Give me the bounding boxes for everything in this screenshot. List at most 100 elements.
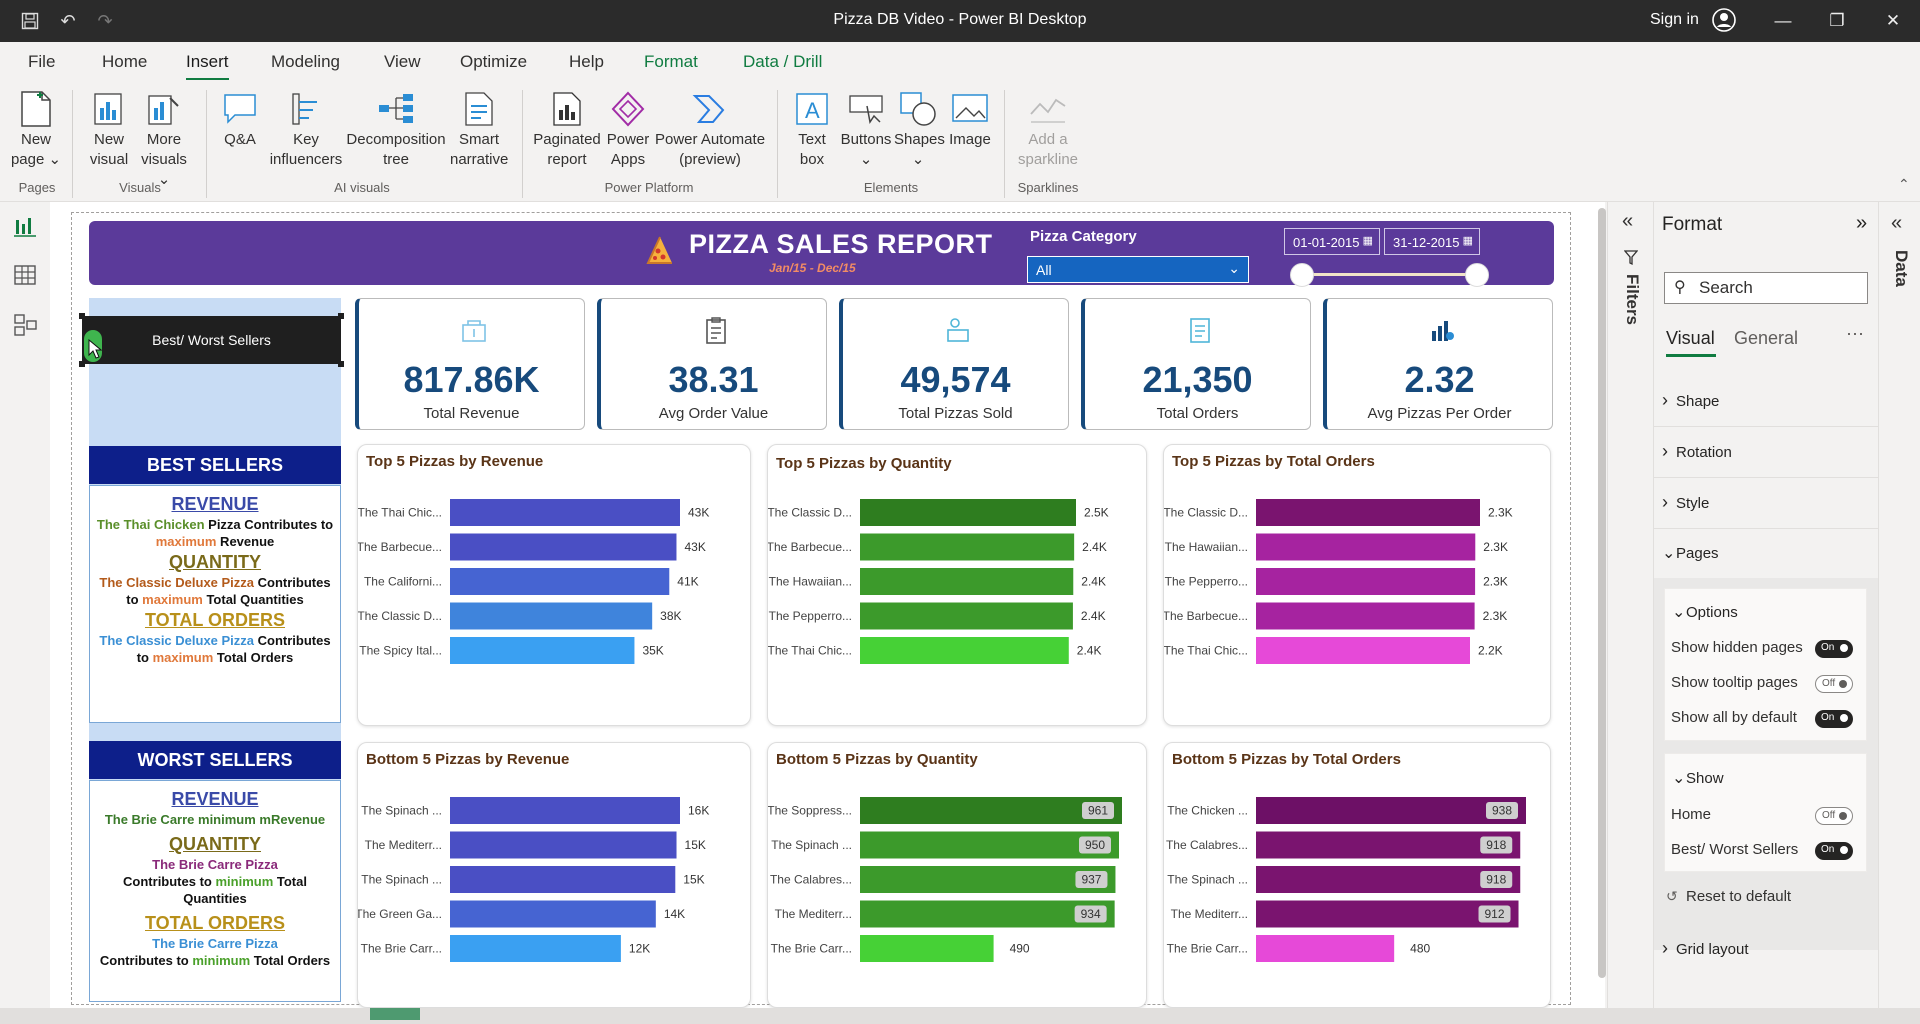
data-label[interactable]: Data (1891, 250, 1911, 287)
bar[interactable] (860, 637, 1069, 664)
text-box-button[interactable]: A Text box (788, 90, 836, 170)
chart-top-revenue[interactable]: Top 5 Pizzas by Revenue The Thai Chic...… (357, 444, 751, 726)
date-slider-end-handle[interactable] (1465, 263, 1489, 287)
bar[interactable] (450, 533, 677, 561)
tab-format[interactable]: Format (644, 52, 698, 72)
chart-top-quantity[interactable]: Top 5 Pizzas by Quantity The Classic D..… (767, 444, 1147, 726)
bar[interactable] (860, 568, 1074, 595)
add-sparkline-button[interactable]: Add a sparkline (1014, 90, 1082, 170)
section-pages[interactable]: Pages (1662, 543, 1719, 563)
expand-filters-icon[interactable]: « (1622, 210, 1633, 233)
tab-help[interactable]: Help (569, 52, 604, 72)
bar[interactable] (860, 499, 1076, 526)
bar[interactable] (450, 935, 621, 962)
kpi-card-total-orders[interactable]: 21,350 Total Orders (1081, 298, 1311, 430)
smart-narrative-button[interactable]: Smart narrative (450, 90, 508, 170)
tab-optimize[interactable]: Optimize (460, 52, 527, 72)
bar[interactable] (450, 637, 635, 664)
chart-bottom-quantity-plot: The Soppress... 961 The Spinach ... 950 The … (768, 797, 1122, 962)
kpi-card-total-pizzas-sold[interactable]: 49,574 Total Pizzas Sold (839, 298, 1069, 430)
section-grid-layout[interactable]: Grid layout (1662, 938, 1749, 959)
tab-data-drill[interactable]: Data / Drill (743, 52, 822, 72)
buttons-button[interactable]: Buttons ⌄ (838, 90, 894, 170)
bar[interactable] (1256, 637, 1470, 664)
bar[interactable] (450, 602, 653, 630)
collapse-ribbon-icon[interactable]: ⌃ (1898, 176, 1910, 193)
bar[interactable] (860, 935, 994, 962)
chart-top-orders[interactable]: Top 5 Pizzas by Total Orders The Classic… (1163, 444, 1551, 726)
show-heading[interactable]: Show (1672, 768, 1724, 788)
power-apps-button[interactable]: Power Apps (604, 90, 652, 170)
paginated-report-button[interactable]: Paginated report (530, 90, 604, 170)
bar[interactable] (1256, 533, 1476, 561)
more-visuals-button[interactable]: More visuals ⌄ (136, 90, 192, 190)
restore-icon[interactable]: ❐ (1822, 8, 1852, 34)
report-view-icon[interactable] (12, 214, 38, 240)
show-hidden-pages-toggle[interactable]: On (1815, 640, 1853, 658)
model-view-icon[interactable] (12, 312, 38, 338)
chart-bottom-revenue[interactable]: Bottom 5 Pizzas by Revenue The Spinach .… (357, 742, 751, 1008)
sign-in-link[interactable]: Sign in (1650, 11, 1699, 29)
bar[interactable] (450, 797, 680, 824)
kpi-card-total-revenue[interactable]: 817.86K Total Revenue (355, 298, 585, 430)
date-slider-start-handle[interactable] (1290, 263, 1314, 287)
tab-file[interactable]: File (28, 52, 55, 72)
page-best-worst-toggle[interactable]: On (1815, 842, 1853, 860)
bar[interactable] (450, 499, 680, 526)
best-worst-sellers-nav-button[interactable]: Best/ Worst Sellers (82, 316, 341, 364)
shapes-button[interactable]: Shapes ⌄ (894, 90, 945, 170)
tab-insert[interactable]: Insert (186, 52, 229, 81)
kpi-card-avg-pizzas-per-order[interactable]: 2.32 Avg Pizzas Per Order (1323, 298, 1553, 430)
bar[interactable] (1256, 568, 1476, 595)
tab-modeling[interactable]: Modeling (271, 52, 340, 72)
minimize-icon[interactable]: — (1768, 8, 1798, 34)
date-to-input[interactable]: 31-12-2015 ▦ (1384, 228, 1480, 255)
section-shape[interactable]: Shape (1662, 390, 1719, 411)
kpi-card-avg-order-value[interactable]: 38.31 Avg Order Value (597, 298, 827, 430)
decomposition-tree-button[interactable]: Decomposition tree (344, 90, 448, 170)
tab-visual[interactable]: Visual (1666, 328, 1715, 349)
more-options-icon[interactable]: ⋯ (1846, 324, 1864, 345)
sparkline-icon (1030, 98, 1066, 123)
chart-bottom-quantity[interactable]: Bottom 5 Pizzas by Quantity The Soppress… (767, 742, 1147, 1008)
bar[interactable] (450, 866, 676, 893)
section-rotation[interactable]: Rotation (1662, 441, 1732, 462)
page-tab-indicator[interactable] (370, 1008, 420, 1020)
reset-to-default-link[interactable]: Reset to default (1686, 888, 1791, 905)
bar[interactable] (860, 533, 1075, 561)
show-tooltip-pages-toggle[interactable]: Off (1815, 675, 1853, 693)
close-icon[interactable]: ✕ (1878, 8, 1908, 34)
bar[interactable] (1256, 797, 1526, 824)
show-all-by-default-toggle[interactable]: On (1815, 710, 1853, 728)
qa-button[interactable]: Q&A (216, 90, 264, 150)
options-heading[interactable]: Options (1672, 602, 1738, 622)
image-button[interactable]: Image (946, 90, 994, 150)
canvas-scrollbar[interactable] (1598, 208, 1606, 978)
bar[interactable] (860, 602, 1073, 630)
user-avatar-icon[interactable] (1712, 8, 1736, 32)
bar[interactable] (450, 831, 677, 859)
chart-bottom-orders[interactable]: Bottom 5 Pizzas by Total Orders The Chic… (1163, 742, 1551, 1008)
tab-home[interactable]: Home (102, 52, 147, 72)
bar[interactable] (1256, 935, 1395, 962)
new-page-button[interactable]: New page ⌄ (10, 90, 62, 170)
format-search-input[interactable]: ⚲ Search (1664, 272, 1868, 304)
expand-data-icon[interactable]: « (1891, 212, 1902, 235)
bar[interactable] (1256, 499, 1480, 526)
new-visual-button[interactable]: New visual (86, 90, 132, 170)
bar[interactable] (450, 568, 670, 595)
bar[interactable] (1256, 602, 1475, 630)
date-from-input[interactable]: 01-01-2015 ▦ (1284, 228, 1380, 255)
section-style[interactable]: Style (1662, 492, 1709, 513)
bar[interactable] (450, 900, 656, 928)
table-view-icon[interactable] (12, 262, 38, 288)
date-slider-track[interactable] (1300, 273, 1476, 276)
filters-label[interactable]: Filters (1622, 274, 1642, 325)
collapse-format-pane-icon[interactable]: » (1856, 212, 1867, 235)
power-automate-button[interactable]: Power Automate (preview) (652, 90, 768, 170)
tab-view[interactable]: View (384, 52, 421, 72)
pizza-category-dropdown[interactable]: All ⌄ (1027, 256, 1249, 283)
page-home-toggle[interactable]: Off (1815, 807, 1853, 825)
tab-general[interactable]: General (1734, 328, 1798, 349)
key-influencers-button[interactable]: Key influencers (268, 90, 344, 170)
